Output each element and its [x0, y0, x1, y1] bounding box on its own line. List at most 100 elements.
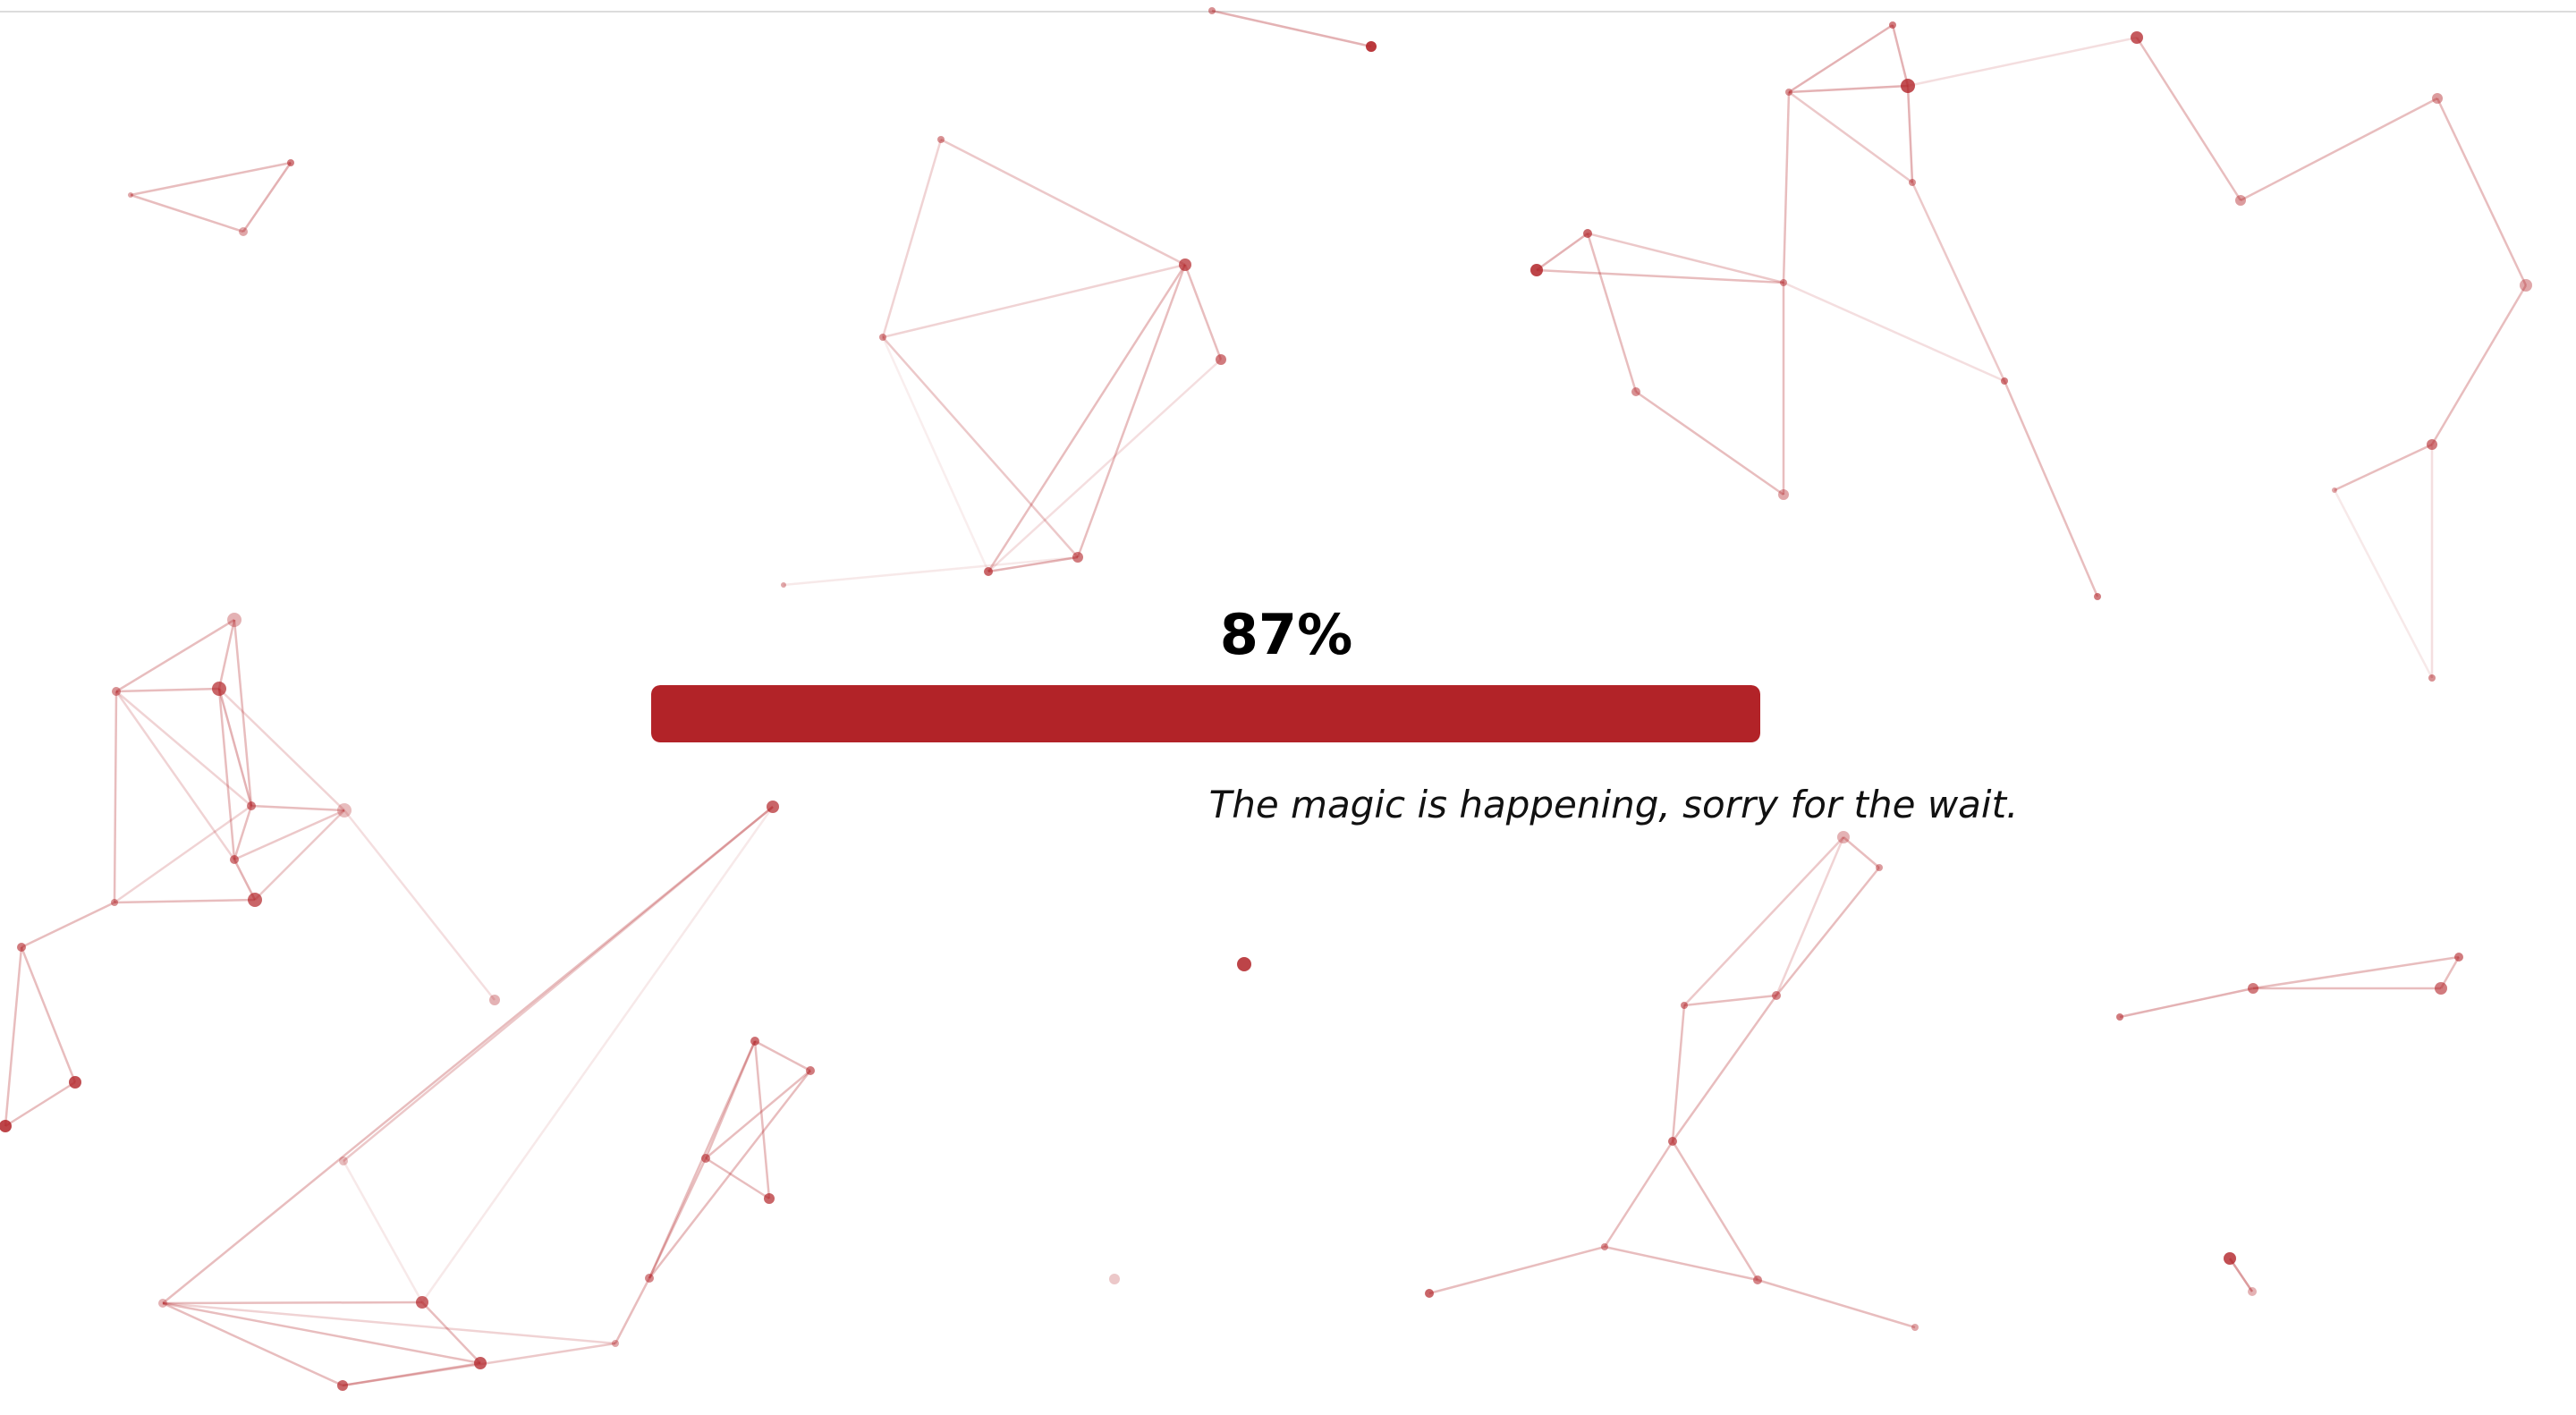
network-node	[645, 1274, 654, 1283]
network-node	[2520, 279, 2532, 292]
network-node	[1778, 489, 1789, 500]
network-node	[1601, 1243, 1608, 1250]
network-link	[753, 1040, 771, 1199]
network-node	[17, 943, 26, 952]
network-link	[162, 1301, 343, 1387]
network-link	[2135, 37, 2242, 201]
network-link	[1671, 1004, 1686, 1142]
network-link	[1536, 232, 1589, 272]
network-node	[764, 1193, 775, 1204]
network-link	[1788, 90, 1913, 184]
network-link	[1843, 836, 1880, 868]
network-link	[1428, 1245, 1606, 1295]
network-node	[0, 1120, 12, 1132]
network-link	[2003, 380, 2099, 597]
network-node	[474, 1357, 487, 1369]
network-link	[1635, 390, 1784, 496]
network-link	[1757, 1278, 1916, 1329]
network-link	[614, 1277, 651, 1344]
network-node	[701, 1154, 710, 1163]
progress-percent: 87%	[1219, 602, 1353, 667]
network-node	[806, 1066, 815, 1075]
network-node	[2248, 983, 2258, 994]
network-link	[250, 804, 345, 812]
network-link	[1683, 994, 1777, 1007]
network-link	[1788, 84, 1909, 94]
network-link	[1911, 182, 2006, 382]
network-link	[754, 1039, 811, 1072]
network-node	[111, 899, 118, 906]
network-node	[489, 995, 500, 1005]
network-link	[162, 1301, 423, 1305]
network-link	[233, 809, 345, 861]
network-link	[1536, 268, 1784, 284]
network-node	[937, 136, 945, 143]
network-node	[1530, 264, 1543, 276]
network-node	[1681, 1002, 1688, 1009]
network-link	[882, 336, 1079, 558]
network-link	[2240, 97, 2438, 202]
network-node	[1772, 991, 1781, 1000]
network-link	[162, 1301, 616, 1345]
network-node	[1366, 41, 1377, 52]
network-link	[420, 806, 775, 1303]
network-link	[218, 688, 345, 811]
network-link	[882, 263, 1186, 339]
loading-message: The magic is happening, sorry for the wa…	[1208, 783, 2019, 826]
network-node	[247, 801, 256, 810]
network-node	[1909, 179, 1916, 186]
network-link	[342, 1160, 424, 1303]
network-link	[1586, 233, 1638, 393]
network-link	[1076, 264, 1187, 558]
network-node	[2248, 1287, 2257, 1296]
network-link	[1788, 23, 1894, 94]
network-node	[69, 1076, 81, 1089]
network-link	[343, 809, 496, 1001]
network-link	[881, 139, 943, 338]
network-node	[339, 1157, 348, 1165]
progress-bar-fill	[651, 685, 1760, 742]
network-node	[1668, 1137, 1677, 1146]
network-link	[1604, 1245, 1758, 1282]
network-node	[2332, 487, 2337, 493]
network-node	[1889, 21, 1896, 29]
network-link	[2333, 489, 2434, 679]
network-node	[212, 682, 226, 696]
network-link	[162, 806, 774, 1304]
network-link	[1671, 1140, 1759, 1281]
network-node	[1216, 354, 1226, 365]
network-node	[1425, 1289, 1434, 1298]
network-node	[1237, 957, 1251, 971]
network-link	[115, 618, 235, 693]
network-node	[781, 582, 786, 588]
network-link	[254, 809, 345, 901]
network-link	[4, 1080, 76, 1128]
network-link	[1775, 867, 1880, 996]
network-link	[21, 901, 115, 949]
network-node	[112, 687, 121, 696]
network-link	[233, 805, 253, 860]
network-link	[1183, 264, 1223, 360]
network-node	[248, 893, 262, 907]
network-node	[1901, 79, 1915, 93]
network-node	[227, 613, 242, 627]
network-node	[1837, 831, 1850, 843]
network-link	[1775, 836, 1845, 996]
network-link	[881, 336, 990, 572]
network-link	[4, 946, 23, 1127]
network-node	[2427, 439, 2437, 450]
network-link	[2430, 284, 2528, 445]
network-node	[1876, 864, 1883, 871]
network-node	[1179, 258, 1191, 271]
network-node	[879, 334, 886, 341]
network-node	[2454, 953, 2463, 962]
network-node	[337, 1380, 348, 1391]
network-link	[115, 687, 220, 693]
network-node	[239, 227, 248, 236]
network-node	[416, 1296, 428, 1309]
network-node	[2131, 31, 2143, 44]
network-link	[113, 691, 118, 903]
network-node	[2224, 1252, 2236, 1265]
network-node	[1911, 1324, 1919, 1331]
network-node	[750, 1037, 759, 1046]
